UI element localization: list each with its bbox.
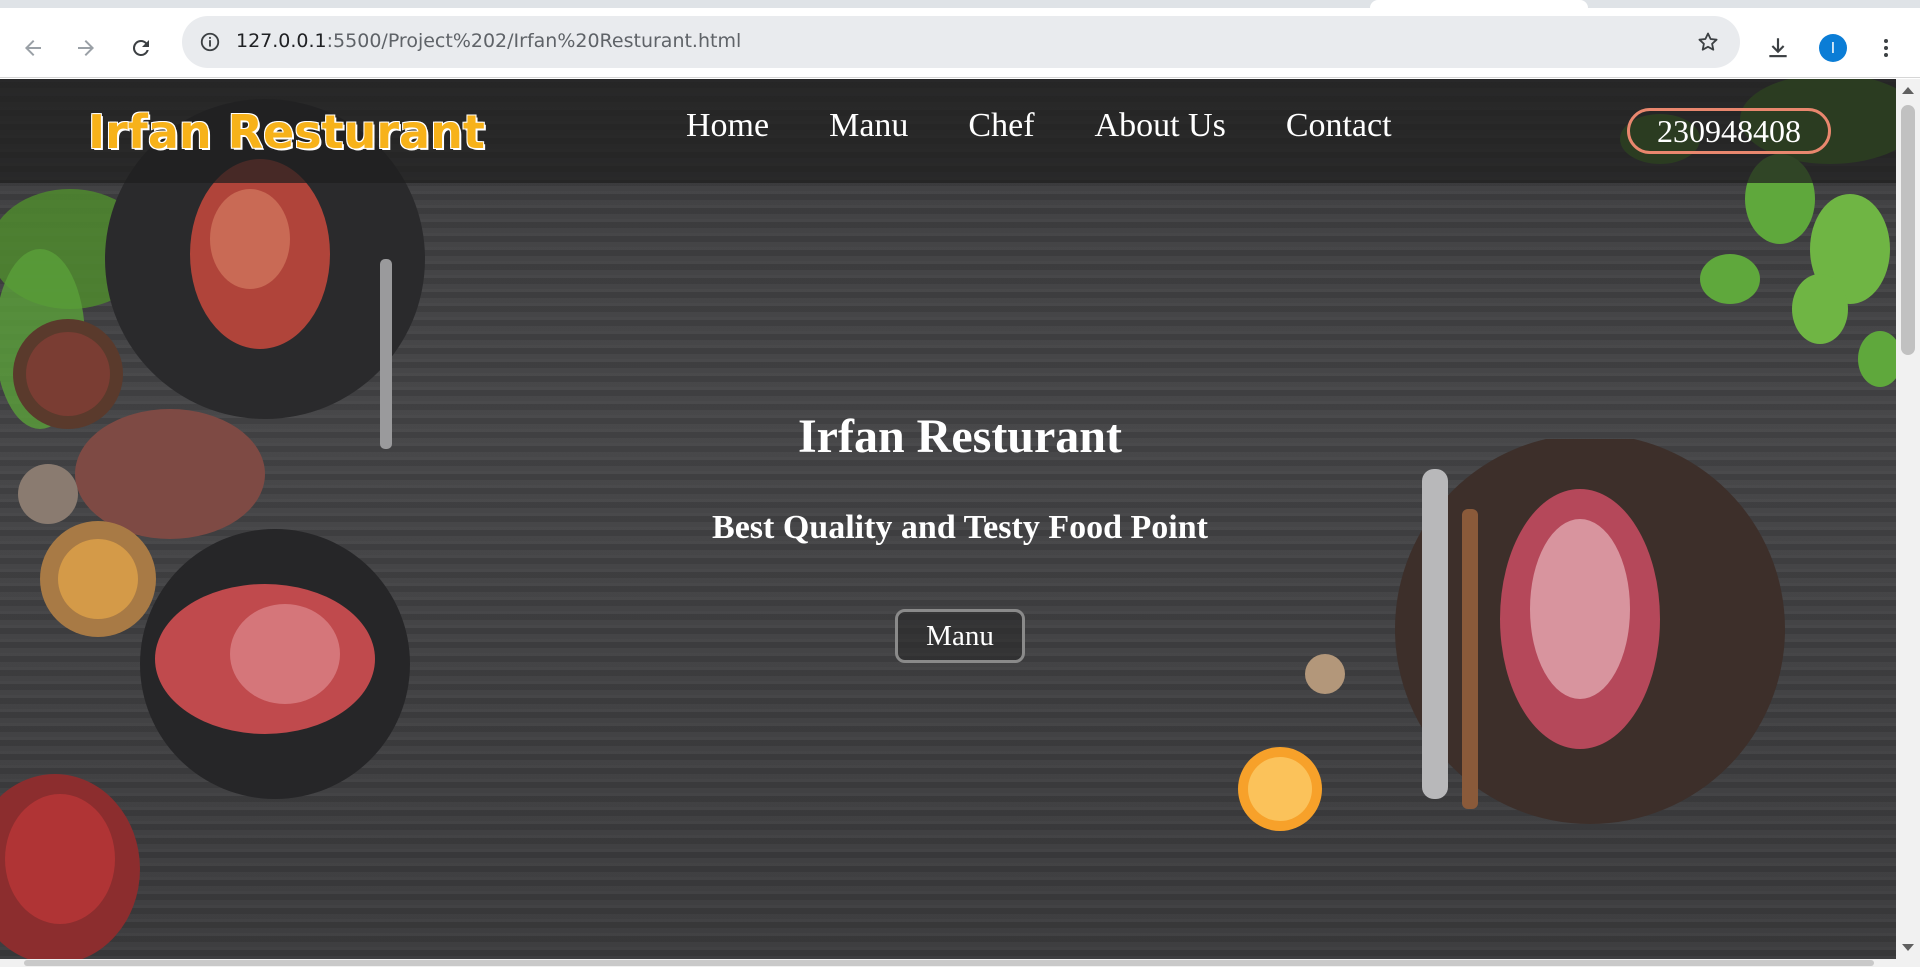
nav-link-about-us[interactable]: About Us bbox=[1095, 107, 1226, 145]
back-arrow-icon bbox=[25, 40, 41, 56]
page-viewport: Irfan Resturant Home Manu Chef About Us … bbox=[0, 79, 1896, 959]
download-button[interactable] bbox=[1758, 28, 1798, 68]
download-icon bbox=[1769, 38, 1787, 58]
nav-link-home[interactable]: Home bbox=[686, 107, 769, 145]
nav-link-contact[interactable]: Contact bbox=[1286, 107, 1392, 145]
hero-manu-button[interactable]: Manu bbox=[895, 609, 1025, 663]
nav-menu: Home Manu Chef About Us Contact bbox=[686, 107, 1452, 145]
scrollbar-thumb[interactable] bbox=[1901, 105, 1915, 355]
profile-button[interactable]: I bbox=[1813, 28, 1853, 68]
active-tab-edge[interactable] bbox=[1370, 0, 1588, 8]
forward-button[interactable] bbox=[66, 28, 106, 68]
phone-button[interactable]: 230948408 bbox=[1627, 108, 1831, 154]
kebab-menu-icon bbox=[1884, 39, 1888, 57]
brand-logo[interactable]: Irfan Resturant bbox=[88, 105, 485, 159]
forward-arrow-icon bbox=[78, 40, 94, 56]
browser-toolbar: 127.0.0.1:5500/Project%202/Irfan%20Restu… bbox=[0, 8, 1920, 78]
nav-link-manu[interactable]: Manu bbox=[829, 107, 908, 145]
browser-menu-button[interactable] bbox=[1866, 28, 1906, 68]
horizontal-scrollbar-thumb[interactable] bbox=[24, 960, 1874, 966]
tab-strip bbox=[0, 0, 1920, 8]
vertical-scrollbar[interactable] bbox=[1896, 79, 1920, 959]
scroll-up-arrow-icon[interactable] bbox=[1902, 87, 1914, 94]
url-text[interactable]: 127.0.0.1:5500/Project%202/Irfan%20Restu… bbox=[236, 30, 741, 52]
reload-button[interactable] bbox=[121, 28, 161, 68]
back-button[interactable] bbox=[13, 28, 53, 68]
hero-title: Irfan Resturant bbox=[798, 410, 1122, 463]
nav-link-chef[interactable]: Chef bbox=[968, 107, 1034, 145]
site-navbar: Irfan Resturant Home Manu Chef About Us … bbox=[0, 79, 1896, 183]
hero-subtitle: Best Quality and Testy Food Point bbox=[712, 509, 1208, 546]
url-host: 127.0.0.1 bbox=[236, 30, 327, 52]
url-path: :5500/Project%202/Irfan%20Resturant.html bbox=[326, 30, 742, 52]
star-icon[interactable] bbox=[1694, 28, 1722, 56]
reload-icon bbox=[132, 39, 149, 56]
info-icon[interactable] bbox=[196, 28, 224, 56]
address-bar[interactable]: 127.0.0.1:5500/Project%202/Irfan%20Restu… bbox=[182, 16, 1740, 68]
horizontal-scrollbar[interactable] bbox=[0, 959, 1920, 967]
scroll-down-arrow-icon[interactable] bbox=[1902, 944, 1914, 951]
avatar: I bbox=[1819, 34, 1847, 62]
